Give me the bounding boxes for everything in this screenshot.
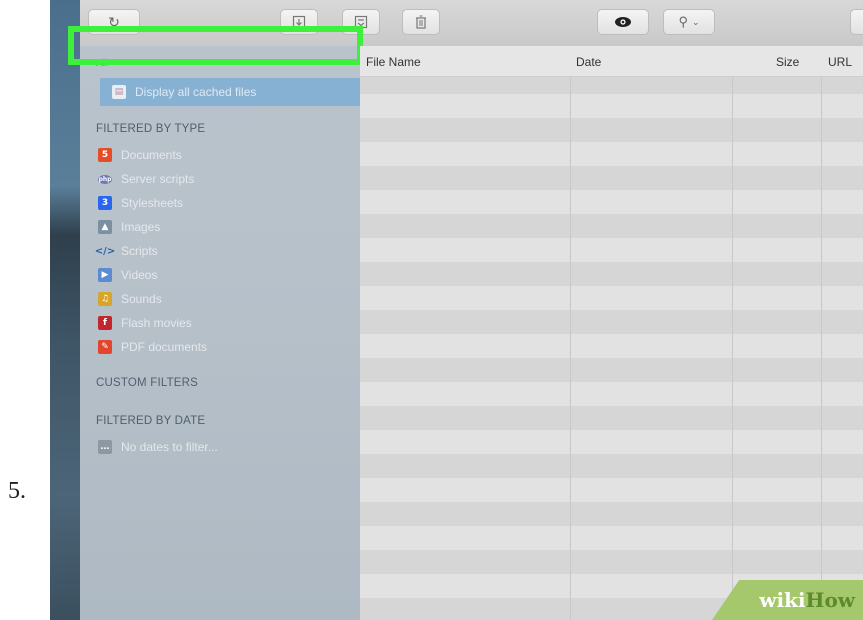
- video-icon: ▶: [98, 268, 112, 282]
- filtered-by-type-heading: FILTERED BY TYPE: [96, 123, 206, 135]
- sidebar-item-label: Videos: [121, 268, 158, 282]
- html5-icon: 5: [98, 148, 112, 162]
- preview-button[interactable]: [597, 9, 649, 35]
- save-button[interactable]: [342, 9, 380, 35]
- column-divider: [732, 46, 733, 620]
- sidebar-item-sounds[interactable]: ♫ Sounds: [98, 288, 162, 310]
- step-number: 5.: [8, 478, 26, 504]
- sound-icon: ♫: [98, 292, 112, 306]
- image-icon: ▲: [98, 220, 112, 234]
- watermark-wiki: wiki: [759, 588, 806, 612]
- sidebar-item-label: Display all cached files: [135, 85, 257, 99]
- sidebar-item-scripts[interactable]: </> Scripts: [94, 240, 158, 262]
- reload-icon: ↻: [108, 13, 120, 30]
- column-divider: [570, 46, 571, 620]
- filtered-by-date-heading: FILTERED BY DATE: [96, 415, 206, 427]
- sidebar: All ▤ Display all cached files FILTERED …: [80, 46, 392, 620]
- save-icon: [354, 15, 368, 29]
- eye-icon: [615, 17, 631, 27]
- file-table: File Name Date Size URL: [360, 46, 863, 620]
- css3-icon: 3: [98, 196, 112, 210]
- column-header-date[interactable]: Date: [576, 55, 601, 69]
- toolbar-button-right[interactable]: [850, 9, 863, 35]
- sidebar-item-label: Documents: [121, 148, 182, 162]
- search-icon: ⚲: [678, 14, 688, 29]
- sidebar-item-videos[interactable]: ▶ Videos: [98, 264, 157, 286]
- sidebar-item-images[interactable]: ▲ Images: [98, 216, 160, 238]
- sidebar-all-label: All: [96, 58, 108, 69]
- export-icon: [292, 15, 306, 29]
- column-header-url[interactable]: URL: [828, 55, 852, 69]
- custom-filters-heading: CUSTOM FILTERS: [96, 377, 199, 389]
- sidebar-item-label: No dates to filter...: [121, 440, 218, 454]
- column-header-file-name[interactable]: File Name: [366, 55, 421, 69]
- reload-button[interactable]: ↻: [88, 9, 140, 35]
- sidebar-item-label: PDF documents: [121, 340, 208, 354]
- sidebar-item-label: Stylesheets: [121, 196, 184, 210]
- search-menu-button[interactable]: ⚲ ⌄: [663, 9, 715, 35]
- trash-icon: [416, 15, 426, 29]
- php-icon: php: [98, 174, 112, 184]
- column-header-size[interactable]: Size: [776, 55, 799, 69]
- sidebar-item-server-scripts[interactable]: php Server scripts: [98, 168, 194, 190]
- speech-bubble-icon: …: [98, 440, 112, 454]
- export-button[interactable]: [280, 9, 318, 35]
- app-window: ↻ ⚲ ⌄ All ▤ Display all cached files FIL…: [50, 0, 863, 620]
- sidebar-item-documents[interactable]: 5 Documents: [98, 144, 182, 166]
- code-icon: </>: [94, 245, 116, 257]
- sidebar-item-pdf-documents[interactable]: ✎ PDF documents: [98, 336, 207, 358]
- sidebar-item-stylesheets[interactable]: 3 Stylesheets: [98, 192, 183, 214]
- sidebar-item-label: Flash movies: [121, 316, 192, 330]
- sidebar-item-all-cached-files[interactable]: ▤ Display all cached files: [100, 78, 392, 106]
- column-divider: [821, 46, 822, 620]
- sidebar-item-label: Sounds: [121, 292, 162, 306]
- table-header: File Name Date Size URL: [360, 46, 863, 77]
- flash-icon: f: [98, 316, 112, 330]
- watermark-how: How: [805, 588, 855, 612]
- sidebar-item-no-dates: … No dates to filter...: [98, 436, 218, 458]
- toolbar: ↻ ⚲ ⌄: [80, 0, 863, 47]
- chevron-down-icon: ⌄: [691, 16, 700, 27]
- trash-button[interactable]: [402, 9, 440, 35]
- sidebar-item-label: Images: [121, 220, 161, 234]
- document-icon: ▤: [112, 85, 126, 99]
- pdf-icon: ✎: [98, 340, 112, 354]
- sidebar-item-label: Scripts: [121, 244, 158, 258]
- desktop-background: [50, 0, 80, 620]
- sidebar-item-label: Server scripts: [121, 172, 195, 186]
- sidebar-item-flash-movies[interactable]: f Flash movies: [98, 312, 192, 334]
